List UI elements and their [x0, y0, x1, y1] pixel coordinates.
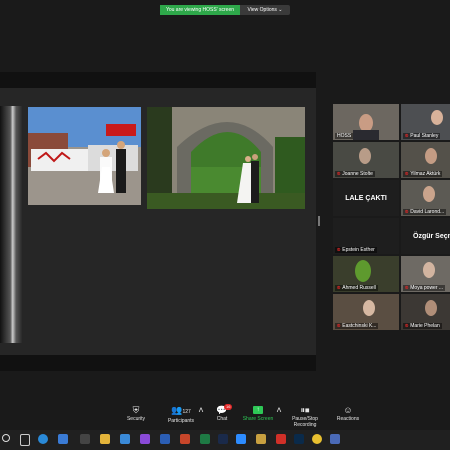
participant-tile-joanne[interactable]: ⦸ Joanne Stolte — [333, 142, 399, 178]
acrobat-icon[interactable] — [276, 434, 286, 444]
reactions-button[interactable]: ☺ Reactions — [334, 404, 362, 422]
participant-face — [363, 300, 375, 316]
participant-name: Epstein Esther — [342, 247, 375, 253]
powerpoint-icon[interactable] — [180, 434, 190, 444]
file-explorer-icon[interactable] — [100, 434, 110, 444]
participant-tile-marie[interactable]: ⦸ Marie Phelan — [401, 294, 450, 330]
participant-tile-ozgur[interactable]: Özgür Seçme — [401, 218, 450, 254]
edge-browser-icon[interactable] — [38, 434, 48, 444]
participants-count: 127 — [182, 409, 191, 415]
splitter-handle[interactable] — [318, 216, 320, 226]
share-screen-button[interactable]: ↑ Share Screen — [240, 404, 276, 422]
participant-name: Özgür Seçme — [413, 232, 450, 240]
folder-icon[interactable] — [256, 434, 266, 444]
app-icon[interactable] — [330, 434, 340, 444]
participant-face — [431, 110, 443, 125]
mail-icon[interactable] — [120, 434, 130, 444]
participant-name: Joanne Stolte — [342, 171, 373, 177]
mic-muted-icon: ⦸ — [337, 171, 341, 177]
mic-muted-icon: ⦸ — [405, 323, 409, 329]
photos-icon[interactable] — [140, 434, 150, 444]
shield-icon: ⛨ — [132, 405, 140, 415]
mic-muted-icon: ⦸ — [405, 285, 409, 291]
garden-arch-photo — [147, 107, 305, 209]
participant-face — [359, 148, 371, 164]
task-view-icon[interactable] — [20, 434, 30, 446]
recording-button[interactable]: ⏸⏹ Pause/Stop Recording — [282, 404, 328, 428]
chat-label: Chat — [216, 416, 228, 422]
people-icon: 👥 — [171, 405, 183, 415]
participant-tile-moya[interactable]: ⦸ Moya power ... — [401, 256, 450, 292]
zoom-app-icon[interactable] — [236, 434, 246, 444]
word-icon[interactable] — [160, 434, 170, 444]
photoshop-icon[interactable] — [294, 434, 304, 444]
shared-screen-bottom-bar — [0, 355, 316, 371]
participant-tile-yilmaz[interactable]: ⦸ Yilmaz Aktürk — [401, 142, 450, 178]
participants-button[interactable]: 👥127 Participants — [164, 404, 198, 424]
participant-name: Marie Phelan — [410, 323, 440, 329]
meeting-toolbar: ⛨ Security 👥127 Participants ˄ 💬 16 Chat… — [0, 404, 450, 430]
participant-tile-david[interactable]: ⦸ David Larond... — [401, 180, 450, 216]
share-screen-label: Share Screen — [242, 416, 274, 422]
participant-tile-ahmed[interactable]: ⦸ Ahmed Russell — [333, 256, 399, 292]
participant-name: Yilmaz Aktürk — [410, 171, 441, 177]
participant-name: LALE ÇAKTI — [345, 194, 387, 202]
viewing-screen-label: You are viewing HOSS' screen — [160, 5, 240, 15]
participant-name: Ahmed Russell — [342, 285, 376, 291]
store-icon[interactable] — [58, 434, 68, 444]
mic-muted-icon: ⦸ — [337, 323, 341, 329]
participant-name: Moya power ... — [410, 285, 444, 291]
participant-tile-hoss[interactable]: HOSS — [333, 104, 399, 140]
participant-face — [423, 186, 435, 202]
winamp-icon[interactable] — [80, 434, 90, 444]
mic-muted-icon: ⦸ — [337, 285, 341, 291]
search-circle-icon[interactable] — [2, 434, 10, 442]
participant-face — [425, 300, 437, 316]
chat-button[interactable]: 💬 16 Chat — [212, 404, 233, 422]
chrome-icon[interactable] — [312, 434, 322, 444]
shared-screen-top-bar — [0, 72, 316, 88]
share-screen-icon: ↑ — [253, 406, 263, 414]
mic-muted-icon: ⦸ — [405, 209, 409, 215]
wedding-truck-photo — [28, 107, 141, 205]
participant-face — [355, 260, 371, 282]
reactions-label: Reactions — [336, 416, 360, 422]
participant-face — [425, 148, 437, 164]
pause-stop-icon: ⏸⏹ — [300, 405, 310, 415]
participants-label: Participants — [167, 418, 195, 424]
bw-photo — [0, 106, 23, 343]
excel-icon[interactable] — [200, 434, 210, 444]
security-label: Security — [126, 416, 146, 422]
participant-name: Eastchinski K... — [342, 323, 377, 329]
mic-muted-icon: ⦸ — [405, 171, 409, 177]
participant-tile-eastchinski[interactable]: ⦸ Eastchinski K... — [333, 294, 399, 330]
participant-tile-paul[interactable]: ⦸ Paul Stanley — [401, 104, 450, 140]
participant-name: David Larond... — [410, 209, 445, 215]
participants-menu-caret[interactable]: ˄ — [198, 404, 204, 416]
windows-taskbar — [0, 430, 450, 450]
view-options-button[interactable]: View Options ⌄ — [240, 5, 290, 15]
lightroom-icon[interactable] — [218, 434, 228, 444]
participant-face — [423, 262, 435, 278]
chevron-up-icon: ˄ — [198, 405, 204, 415]
recording-label: Pause/Stop Recording — [292, 416, 318, 428]
top-banner: You are viewing HOSS' screen View Option… — [0, 0, 450, 16]
security-button[interactable]: ⛨ Security — [123, 404, 149, 422]
participant-tile-lale[interactable]: LALE ÇAKTI — [333, 180, 399, 216]
mic-muted-icon: ⦸ — [405, 133, 409, 139]
smile-plus-icon: ☺ — [343, 405, 353, 415]
mic-muted-icon: ⦸ — [337, 247, 341, 253]
participant-name: Paul Stanley — [410, 133, 439, 139]
participant-name: HOSS — [337, 133, 352, 139]
participant-tile-epstein[interactable]: ⦸ Epstein Esther — [333, 218, 399, 254]
